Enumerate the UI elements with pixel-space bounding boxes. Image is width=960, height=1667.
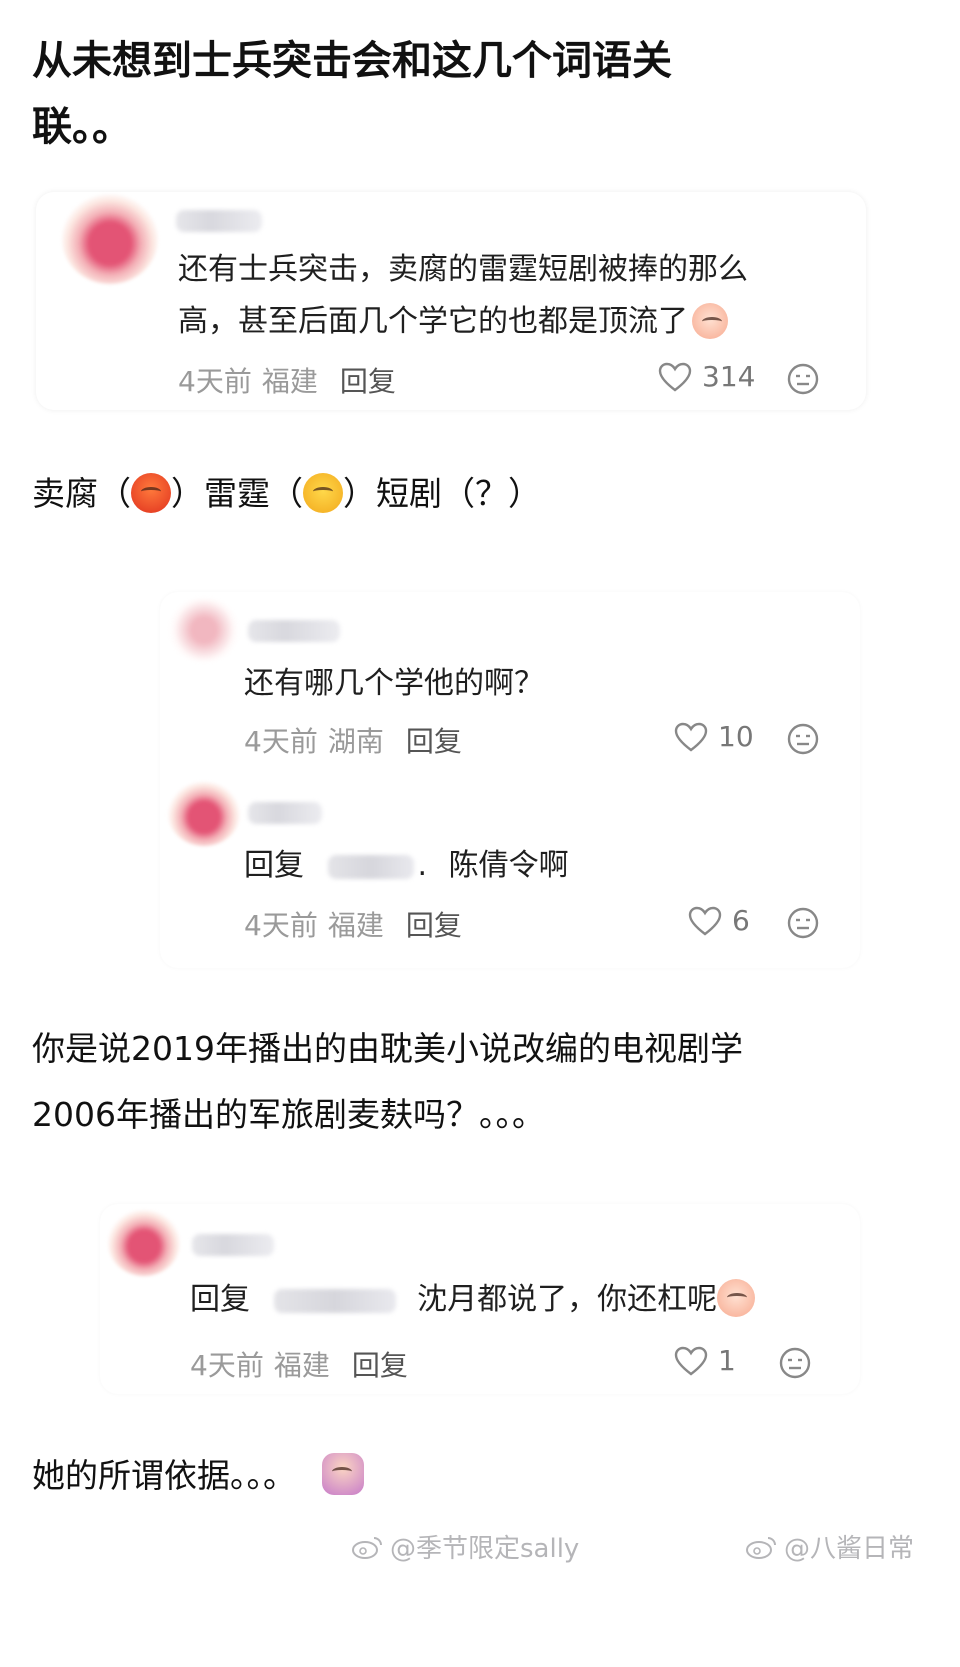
reply-meta: 4天前 福建 回复 <box>190 1344 408 1384</box>
like-count: 314 <box>702 360 756 393</box>
heart-outline-icon <box>688 906 722 936</box>
heart-outline-icon <box>658 362 692 392</box>
avatar[interactable] <box>168 598 240 662</box>
avatar[interactable] <box>168 782 240 846</box>
reply-text: 回复 沈月都说了，你还杠呢 <box>190 1274 756 1326</box>
like-button[interactable]: 6 <box>688 904 750 937</box>
comment-text-line-1: 还有士兵突击，卖腐的雷霆短剧被捧的那么 <box>178 252 748 287</box>
keyword-1: 卖腐（ <box>32 474 131 513</box>
narration-question: 你是说2019年播出的由耽美小说改编的电视剧学 2006年播出的军旅剧麦麸吗？。… <box>32 1016 932 1148</box>
reply-button[interactable]: 回复 <box>406 909 462 942</box>
weibo-logo-icon <box>746 1536 776 1559</box>
unamused-face-icon[interactable] <box>786 906 820 940</box>
reply-meta: 4天前 湖南 回复 <box>244 720 462 760</box>
comment-time: 4天前 <box>178 365 252 398</box>
narration-line-2: 2006年播出的军旅剧麦麸吗？。。。 <box>32 1095 545 1134</box>
mention-sep: . <box>417 848 428 883</box>
unamused-face-icon[interactable] <box>786 722 820 756</box>
keyword-2: ）雷霆（ <box>171 474 303 513</box>
keyword-3: ）短剧（？） <box>343 474 541 513</box>
post-headline: 从未想到士兵突击会和这几个词语关 联。。 <box>32 28 912 160</box>
like-count: 10 <box>718 720 754 753</box>
mention-blurred[interactable] <box>327 855 414 879</box>
watermark-left: @季节限定sally <box>350 1528 579 1565</box>
heart-outline-icon <box>674 1346 708 1376</box>
watermark-right: @八酱日常 <box>744 1528 914 1565</box>
reply-button[interactable]: 回复 <box>340 365 396 398</box>
reply-location: 福建 <box>273 1349 330 1382</box>
narration-keywords: 卖腐（ ）雷霆（ ）短剧（？） <box>32 468 541 520</box>
comment-meta: 4天前 福建 回复 <box>178 360 396 400</box>
headline-line-2: 联。。 <box>32 104 132 150</box>
username-blurred[interactable] <box>248 802 322 824</box>
avatar[interactable] <box>108 1210 180 1276</box>
shrugging-woman-icon <box>322 1453 364 1495</box>
narration-line-1: 你是说2019年播出的由耽美小说改编的电视剧学 <box>32 1029 743 1068</box>
comment-card-main: 还有士兵突击，卖腐的雷霆短剧被捧的那么 高，甚至后面几个学它的也都是顶流了 4天… <box>36 192 866 410</box>
narration-text: 她的所谓依据。。。 <box>32 1456 296 1495</box>
reply-prefix: 回复 <box>244 848 304 883</box>
like-button[interactable]: 10 <box>674 720 754 753</box>
avatar[interactable] <box>62 194 158 284</box>
mention-blurred[interactable] <box>273 1289 396 1313</box>
reply-body: 沈月都说了，你还杠呢 <box>417 1282 718 1317</box>
reply-time: 4天前 <box>190 1349 264 1382</box>
reply-card-3: 回复 沈月都说了，你还杠呢 4天前 福建 回复 1 <box>100 1204 860 1394</box>
reply-thread-card: 还有哪几个学他的啊？ 4天前 湖南 回复 10 回复 . 陈倩令啊 4天前 福建 回复 … <box>160 592 860 968</box>
like-count: 1 <box>718 1344 736 1377</box>
reply-meta: 4天前 福建 回复 <box>244 904 462 944</box>
watermark-left-text: @季节限定sally <box>390 1534 580 1564</box>
username-blurred[interactable] <box>176 210 262 232</box>
comment-text: 还有士兵突击，卖腐的雷霆短剧被捧的那么 高，甚至后面几个学它的也都是顶流了 <box>178 244 838 348</box>
comment-text-line-2: 高，甚至后面几个学它的也都是顶流了 <box>178 304 688 339</box>
crying-face-icon <box>692 303 728 339</box>
reply-button[interactable]: 回复 <box>406 725 462 758</box>
reply-time: 4天前 <box>244 909 318 942</box>
username-blurred[interactable] <box>192 1234 274 1256</box>
reply-location: 湖南 <box>327 725 384 758</box>
narration-basis: 她的所谓依据。。。 <box>32 1450 364 1502</box>
like-count: 6 <box>732 904 750 937</box>
unamused-face-icon[interactable] <box>778 1346 812 1380</box>
crying-face-icon <box>717 1279 756 1317</box>
headline-line-1: 从未想到士兵突击会和这几个词语关 <box>32 38 672 84</box>
weibo-logo-icon <box>352 1536 382 1559</box>
unamused-face-icon[interactable] <box>786 362 820 396</box>
reply-text: 回复 . 陈倩令啊 <box>244 840 569 892</box>
heart-outline-icon <box>674 722 708 752</box>
like-button[interactable]: 1 <box>674 1344 736 1377</box>
watermark-right-text: @八酱日常 <box>784 1534 915 1564</box>
angry-face-icon <box>131 473 171 513</box>
like-button[interactable]: 314 <box>658 360 755 393</box>
reply-prefix: 回复 <box>190 1282 250 1317</box>
reply-time: 4天前 <box>244 725 318 758</box>
reply-location: 福建 <box>327 909 384 942</box>
comment-location: 福建 <box>261 365 318 398</box>
reply-button[interactable]: 回复 <box>352 1349 408 1382</box>
username-blurred[interactable] <box>248 620 340 642</box>
reply-body: 陈倩令啊 <box>448 848 569 883</box>
reply-text: 还有哪几个学他的啊？ <box>244 666 544 701</box>
sweat-smile-icon <box>303 473 343 513</box>
